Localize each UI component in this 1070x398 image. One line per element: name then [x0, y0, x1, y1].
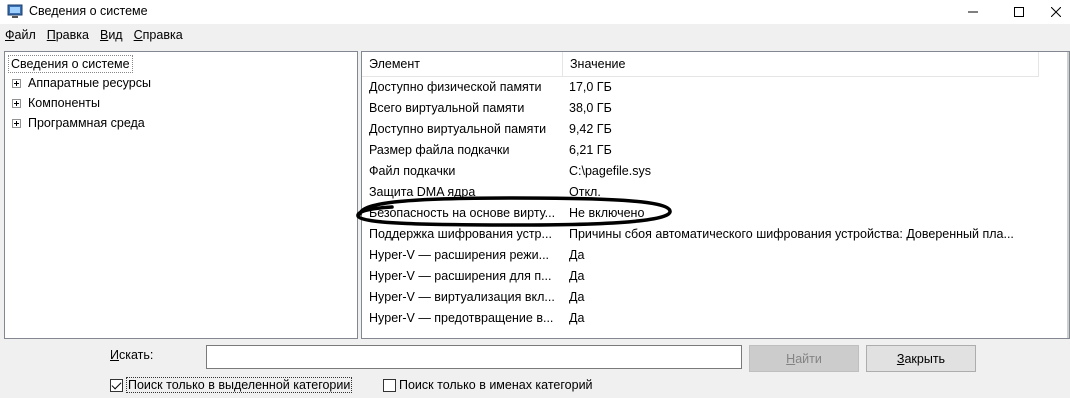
table-row[interactable]: Hyper-V — расширения для п... Да: [362, 266, 1069, 287]
row-value: Откл.: [569, 185, 601, 199]
tree-node-label: Компоненты: [28, 96, 101, 110]
category-tree[interactable]: Сведения о системе Аппаратные ресурсы Ко…: [4, 51, 358, 339]
tree-node-label: Аппаратные ресурсы: [28, 76, 151, 90]
row-key: Размер файла подкачки: [369, 143, 510, 157]
table-row[interactable]: Всего виртуальной памяти 38,0 ГБ: [362, 98, 1069, 119]
expand-plus-icon[interactable]: [12, 98, 21, 108]
table-row[interactable]: Поддержка шифрования устр... Причины сбоя…: [362, 224, 1069, 245]
row-key: Доступно виртуальной памяти: [369, 122, 547, 136]
close-button[interactable]: Закрыть: [866, 345, 976, 372]
search-category-names-option[interactable]: Поиск только в именах категорий: [383, 377, 593, 393]
minimize-icon: [968, 11, 978, 13]
row-value: Да: [569, 290, 585, 304]
row-value: Причины сбоя автоматического шифрования …: [569, 227, 1014, 241]
row-key: Безопасность на основе вирту...: [369, 206, 556, 220]
tree-node-software[interactable]: Программная среда: [12, 114, 145, 132]
column-header-item[interactable]: Элемент: [362, 52, 563, 77]
menu-bar: Файл Правка Вид Справка: [0, 26, 1070, 46]
close-icon: [1051, 7, 1061, 17]
checkbox-unchecked[interactable]: [383, 378, 396, 392]
maximize-icon: [1014, 7, 1024, 17]
row-key: Доступно физической памяти: [369, 80, 542, 94]
tree-node-label: Программная среда: [28, 116, 145, 130]
tree-root-system-summary[interactable]: Сведения о системе: [8, 55, 133, 73]
table-row[interactable]: Размер файла подкачки 6,21 ГБ: [362, 140, 1069, 161]
table-row[interactable]: Hyper-V — виртуализация вкл... Да: [362, 287, 1069, 308]
search-label: Искать:: [110, 348, 154, 362]
search-input[interactable]: [206, 345, 742, 369]
menu-file[interactable]: Файл: [0, 26, 42, 46]
row-value: 17,0 ГБ: [569, 80, 612, 94]
expand-plus-icon[interactable]: [12, 118, 21, 128]
search-selected-category-option[interactable]: Поиск только в выделенной категории: [110, 377, 353, 393]
vertical-scrollbar[interactable]: [1067, 52, 1069, 338]
row-value: Да: [569, 248, 585, 262]
minimize-button[interactable]: [950, 0, 996, 24]
row-key: Hyper-V — расширения режи...: [369, 248, 550, 262]
menu-view[interactable]: Вид: [95, 26, 129, 46]
row-key: Файл подкачки: [369, 164, 456, 178]
row-key: Защита DMA ядра: [369, 185, 476, 199]
system-info-icon: [7, 4, 23, 18]
expand-plus-icon[interactable]: [12, 78, 21, 88]
close-window-button[interactable]: [1042, 0, 1070, 24]
table-row[interactable]: Файл подкачки C:\pagefile.sys: [362, 161, 1069, 182]
table-row[interactable]: Безопасность на основе вирту... Не включе…: [362, 203, 1069, 224]
menu-edit[interactable]: Правка: [42, 26, 95, 46]
tree-node-components[interactable]: Компоненты: [12, 94, 100, 112]
table-row[interactable]: Доступно физической памяти 17,0 ГБ: [362, 77, 1069, 98]
row-value: Да: [569, 269, 585, 283]
row-value: 9,42 ГБ: [569, 122, 612, 136]
table-row[interactable]: Hyper-V — расширения режи... Да: [362, 245, 1069, 266]
row-key: Hyper-V — расширения для п...: [369, 269, 552, 283]
window-title: Сведения о системе: [29, 4, 148, 18]
row-key: Hyper-V — предотвращение в...: [369, 311, 554, 325]
title-bar: Сведения о системе: [0, 0, 1070, 24]
row-key: Всего виртуальной памяти: [369, 101, 525, 115]
maximize-button[interactable]: [996, 0, 1042, 24]
tree-node-hardware[interactable]: Аппаратные ресурсы: [12, 74, 151, 92]
table-row[interactable]: Защита DMA ядра Откл.: [362, 182, 1069, 203]
checkbox-label: Поиск только в выделенной категории: [126, 377, 353, 393]
row-value: 6,21 ГБ: [569, 143, 612, 157]
row-value: C:\pagefile.sys: [569, 164, 651, 178]
row-value: Да: [569, 311, 585, 325]
checkbox-checked[interactable]: [110, 378, 123, 392]
menu-help[interactable]: Справка: [129, 26, 189, 46]
checkbox-label: Поиск только в именах категорий: [399, 378, 593, 392]
details-list[interactable]: Элемент Значение Доступно физической пам…: [361, 51, 1070, 339]
list-header: Элемент Значение: [362, 52, 1039, 77]
row-value: 38,0 ГБ: [569, 101, 612, 115]
column-header-value[interactable]: Значение: [563, 52, 1039, 77]
find-button[interactable]: Найти: [749, 345, 859, 372]
row-key: Поддержка шифрования устр...: [369, 227, 552, 241]
table-row[interactable]: Hyper-V — предотвращение в... Да: [362, 308, 1069, 329]
table-row[interactable]: Доступно виртуальной памяти 9,42 ГБ: [362, 119, 1069, 140]
row-value: Не включено: [569, 206, 645, 220]
row-key: Hyper-V — виртуализация вкл...: [369, 290, 555, 304]
